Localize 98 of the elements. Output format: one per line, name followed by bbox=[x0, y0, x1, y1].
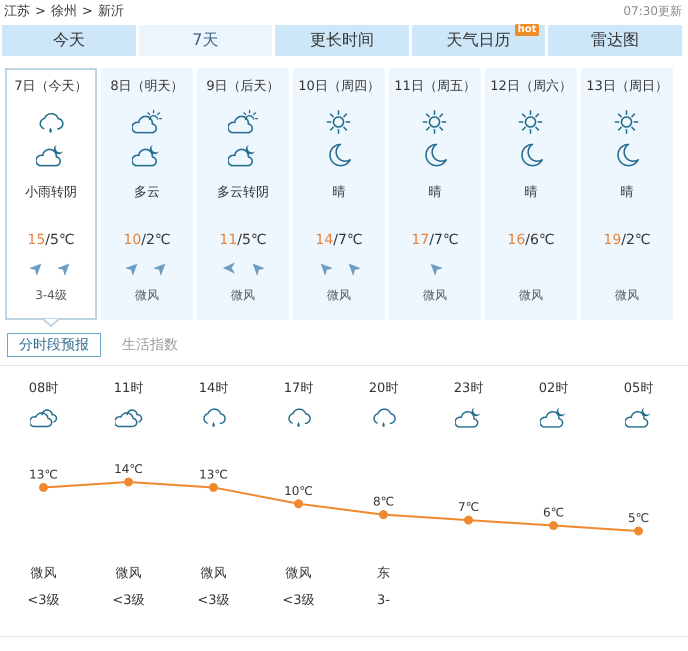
wind-direction-icon bbox=[250, 261, 264, 275]
wind-direction-icon bbox=[154, 261, 168, 275]
temperature-label: 13℃ bbox=[199, 467, 228, 482]
data-point bbox=[294, 499, 303, 508]
weather-text: 晴 bbox=[428, 184, 442, 202]
weather-text: 晴 bbox=[620, 184, 634, 202]
hour-label: 11时 bbox=[114, 380, 144, 398]
date-label: 9日（后天） bbox=[206, 78, 280, 96]
date-label: 10日（周四） bbox=[298, 78, 380, 96]
temperature-range: 10/2℃ bbox=[123, 231, 171, 249]
wind-text: 东 bbox=[377, 565, 390, 583]
wind-text: 微风 bbox=[135, 287, 159, 304]
breadcrumb-link[interactable]: 新沂 bbox=[98, 2, 124, 20]
temperature-label: 13℃ bbox=[29, 467, 58, 482]
day-card[interactable]: 10日（周四） 晴 14/7℃ 微风 bbox=[293, 68, 385, 320]
date-label: 7日（今天） bbox=[14, 78, 88, 96]
breadcrumb-link[interactable]: 徐州 bbox=[50, 2, 77, 20]
cloud-sun-icon bbox=[132, 109, 162, 135]
wind-direction-icon bbox=[58, 261, 72, 275]
wind-text: 3-4级 bbox=[35, 287, 67, 304]
temperature-range: 11/5℃ bbox=[219, 231, 267, 249]
temperature-label: 8℃ bbox=[372, 494, 394, 509]
wind-force-text: <3级 bbox=[197, 592, 230, 610]
hour-label: 05时 bbox=[624, 380, 654, 398]
temperature-label: 14℃ bbox=[114, 462, 143, 476]
day-card[interactable]: 9日（后天） 多云转阴 11/5℃ 微风 bbox=[197, 68, 289, 320]
data-point bbox=[379, 510, 388, 520]
day-card[interactable]: 12日（周六） 晴 16/6℃ 微风 bbox=[485, 68, 577, 320]
wind-text: 微风 bbox=[286, 565, 312, 583]
forecast-tab[interactable]: 7天 bbox=[138, 25, 272, 56]
weather-text: 晴 bbox=[524, 184, 538, 202]
breadcrumb-separator: > bbox=[35, 4, 46, 18]
data-point bbox=[124, 478, 133, 486]
data-point bbox=[464, 516, 473, 525]
card-pointer-icon bbox=[43, 318, 59, 327]
temperature-label: 10℃ bbox=[284, 484, 313, 498]
weather-text: 多云转阴 bbox=[217, 184, 269, 202]
wind-force-text: <3级 bbox=[282, 592, 315, 610]
section-tab[interactable]: 分时段预报 bbox=[7, 333, 101, 357]
wind-direction-icon bbox=[30, 261, 44, 275]
cloud-moon-icon bbox=[228, 142, 258, 168]
wind-direction-icon bbox=[346, 261, 360, 275]
day-card[interactable]: 7日（今天） 小雨转阴 15/5℃ 3-4级 bbox=[5, 68, 97, 320]
wind-direction-icon bbox=[318, 261, 332, 275]
cloud-moon-icon bbox=[540, 405, 568, 429]
day-card[interactable]: 11日（周五） 晴 17/7℃ 微风 bbox=[389, 68, 481, 320]
wind-text: 微风 bbox=[116, 565, 142, 583]
data-point bbox=[634, 526, 643, 536]
cloud-moon-icon bbox=[454, 405, 482, 429]
date-label: 12日（周六） bbox=[490, 78, 572, 96]
hour-label: 17时 bbox=[284, 380, 314, 398]
temperature-range: 17/7℃ bbox=[411, 231, 459, 249]
weather-text: 小雨转阴 bbox=[25, 184, 77, 202]
breadcrumb-separator: > bbox=[82, 4, 93, 18]
weather-text: 多云 bbox=[134, 184, 160, 202]
wind-text: 微风 bbox=[423, 287, 447, 304]
forecast-tab[interactable]: 更长时间 bbox=[275, 25, 409, 56]
temperature-range: 15/5℃ bbox=[27, 231, 75, 249]
cloud-sun-icon bbox=[228, 109, 258, 135]
day-card[interactable]: 13日（周日） 晴 19/2℃ 微风 bbox=[581, 68, 673, 320]
wind-direction-icon bbox=[428, 261, 442, 275]
wind-text: 微风 bbox=[231, 287, 255, 304]
wind-text: 微风 bbox=[200, 565, 226, 583]
temperature-range: 19/2℃ bbox=[603, 231, 651, 249]
date-label: 11日（周五） bbox=[394, 78, 476, 96]
update-time: 07:30更新 bbox=[623, 2, 682, 20]
forecast-tab[interactable]: 今天 bbox=[2, 25, 136, 56]
date-label: 8日（明天） bbox=[110, 78, 184, 96]
hour-label: 20时 bbox=[368, 380, 398, 398]
day-card[interactable]: 8日（明天） 多云 10/2℃ 微风 bbox=[101, 68, 193, 320]
wind-text: 微风 bbox=[30, 565, 56, 583]
hot-badge: hot bbox=[514, 24, 540, 36]
breadcrumb-link[interactable]: 江苏 bbox=[4, 2, 30, 20]
date-label: 13日（周日） bbox=[586, 78, 668, 96]
wind-force-text: <3级 bbox=[112, 592, 145, 610]
temperature-label: 7℃ bbox=[458, 500, 480, 514]
forecast-tab[interactable]: 天气日历 hot bbox=[412, 25, 546, 56]
temperature-range: 16/6℃ bbox=[507, 231, 555, 249]
data-point bbox=[39, 482, 48, 492]
wind-text: 微风 bbox=[615, 287, 639, 304]
data-point bbox=[549, 521, 558, 530]
weather-text: 晴 bbox=[332, 184, 346, 202]
hour-label: 14时 bbox=[198, 380, 228, 398]
temperature-range: 14/7℃ bbox=[315, 231, 363, 249]
temperature-label: 5℃ bbox=[628, 511, 650, 525]
wind-text: 微风 bbox=[519, 287, 543, 304]
hour-label: 23时 bbox=[454, 380, 484, 398]
wind-force-text: <3级 bbox=[27, 592, 60, 610]
wind-text: 微风 bbox=[327, 287, 351, 304]
wind-direction-icon bbox=[222, 261, 236, 275]
wind-force-text: 3- bbox=[377, 592, 390, 610]
data-point bbox=[209, 482, 218, 492]
wind-direction-icon bbox=[126, 261, 140, 275]
hour-label: 02时 bbox=[538, 380, 568, 398]
hour-label: 08时 bbox=[28, 380, 58, 398]
temperature-label: 6℃ bbox=[542, 506, 564, 520]
cloud-moon-icon bbox=[624, 405, 652, 429]
forecast-tab[interactable]: 雷达图 bbox=[548, 25, 682, 56]
